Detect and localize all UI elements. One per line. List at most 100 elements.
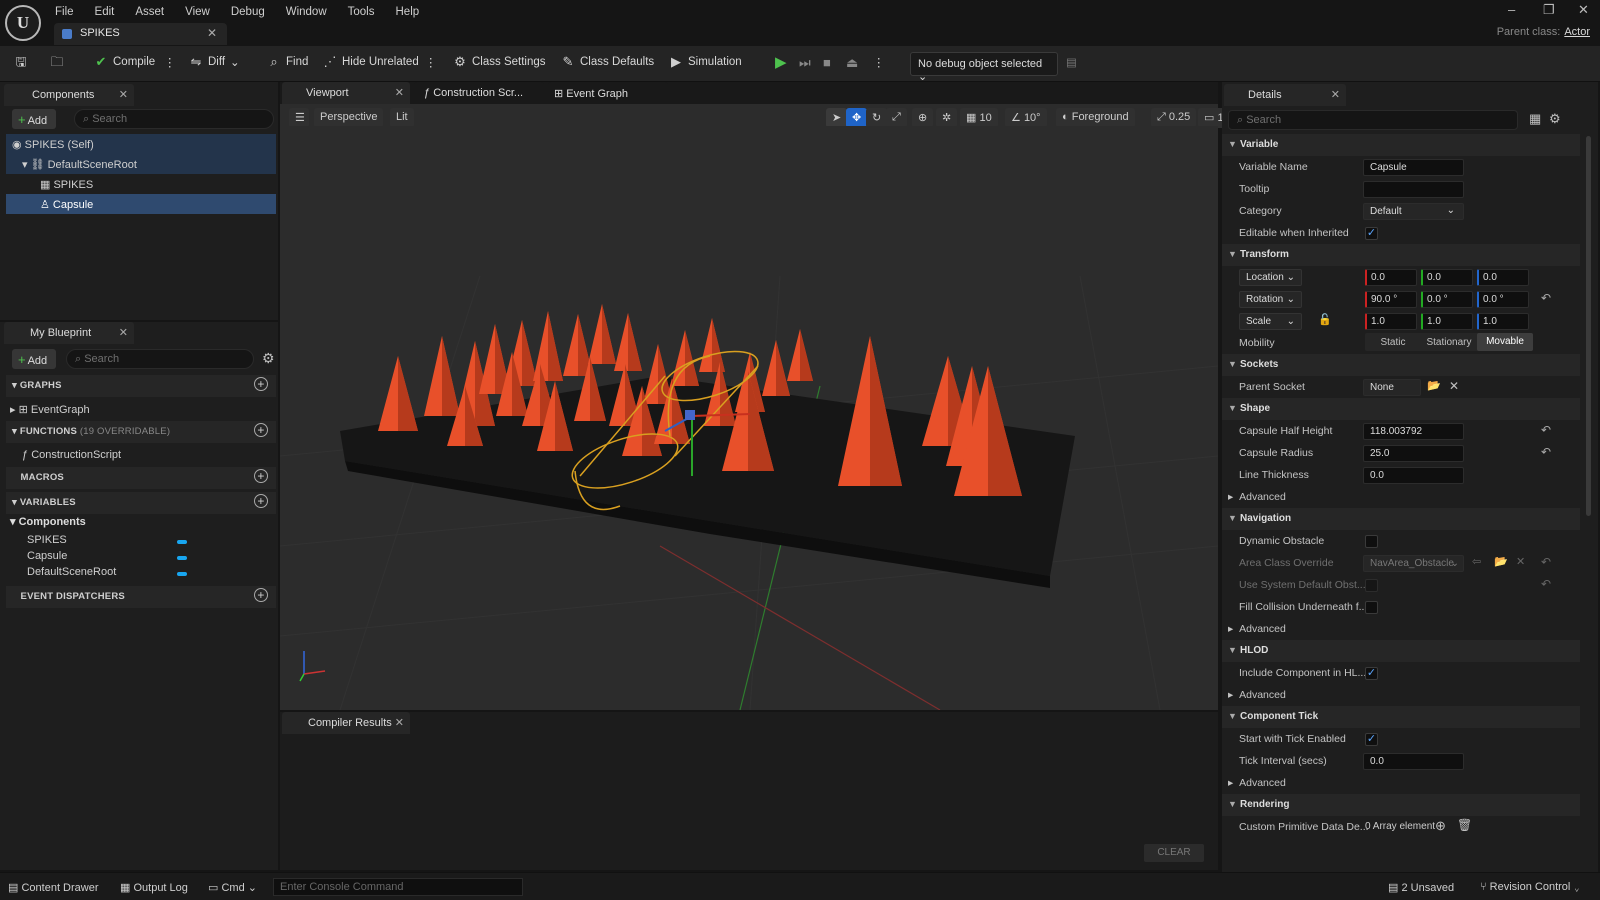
tooltip-input[interactable] <box>1363 181 1464 198</box>
scale-y[interactable]: 1.0 <box>1421 313 1473 330</box>
scale-x[interactable]: 1.0 <box>1365 313 1417 330</box>
close-icon[interactable]: ✕ <box>119 88 128 101</box>
table-view-icon[interactable]: ▦ <box>1529 111 1541 127</box>
shape-section[interactable]: ▼ Shape <box>1222 398 1580 420</box>
lit-button[interactable]: Lit <box>390 108 414 128</box>
close-icon[interactable]: ✕ <box>119 326 128 339</box>
menu-view[interactable]: View <box>185 6 210 18</box>
area-class-override-dropdown[interactable]: NavArea_Obstacle ⌄ <box>1363 555 1464 572</box>
menu-edit[interactable]: Edit <box>95 6 115 18</box>
my-blueprint-tab[interactable]: My Blueprint ✕ <box>4 322 134 344</box>
foreground-button[interactable]: ◐ Foreground <box>1056 108 1135 128</box>
dynamic-obstacle-checkbox[interactable] <box>1365 535 1378 548</box>
sockets-section[interactable]: ▼ Sockets <box>1222 354 1580 376</box>
add-dispatcher-icon[interactable]: + <box>254 588 268 602</box>
reset-half-height-icon[interactable]: ↶ <box>1541 423 1551 437</box>
menu-file[interactable]: File <box>55 6 74 18</box>
variables-section[interactable]: ▾ VARIABLES + <box>6 492 276 514</box>
scale-z[interactable]: 1.0 <box>1477 313 1529 330</box>
variable-name-input[interactable]: Capsule <box>1363 159 1464 176</box>
grid-snap-button[interactable]: ▦ 10 <box>960 108 998 128</box>
editable-inherited-checkbox[interactable]: ✓ <box>1365 227 1378 240</box>
variable-item-capsule[interactable]: Capsule <box>27 550 67 562</box>
eject-icon[interactable]: ⏏ <box>846 55 858 71</box>
navigation-section[interactable]: ▼ Navigation <box>1222 508 1580 530</box>
reset-area-class-icon[interactable]: ↶ <box>1541 555 1551 569</box>
viewport-3d[interactable] <box>280 126 1218 710</box>
scale-dropdown[interactable]: Scale ⌄ <box>1239 313 1302 330</box>
step-icon[interactable]: ⏭ <box>799 55 811 71</box>
reset-rotation-icon[interactable]: ↶ <box>1541 291 1551 305</box>
rotation-x[interactable]: 90.0 ° <box>1365 291 1417 308</box>
rotation-snap-button[interactable]: ∠ 10° <box>1005 108 1047 128</box>
find-button[interactable]: ⌕ Find <box>267 55 308 69</box>
macros-section[interactable]: MACROS + <box>6 467 276 489</box>
transform-section[interactable]: ▼ Transform <box>1222 244 1580 266</box>
use-selected-icon[interactable]: ⇦ <box>1472 555 1481 568</box>
menu-tools[interactable]: Tools <box>348 6 375 18</box>
class-settings-button[interactable]: ⚙ Class Settings <box>453 55 545 69</box>
add-element-icon[interactable]: ⊕ <box>1435 818 1446 834</box>
tab-viewport[interactable]: Viewport ✕ <box>282 82 410 104</box>
tree-item-spikes[interactable]: ▦ SPIKES <box>40 175 93 195</box>
menu-debug[interactable]: Debug <box>231 6 265 18</box>
function-item-constructionscript[interactable]: ƒ ConstructionScript <box>22 446 121 466</box>
hide-unrelated-button[interactable]: ⋰ Hide Unrelated <box>323 55 419 69</box>
tab-event-graph[interactable]: ⊞ Event Graph <box>548 82 668 104</box>
lock-icon[interactable]: 🔓 <box>1318 313 1332 326</box>
reset-system-default-icon[interactable]: ↶ <box>1541 577 1551 591</box>
add-component-button[interactable]: + Add <box>12 109 56 129</box>
details-search-input[interactable]: ⌕ Search <box>1228 110 1518 130</box>
components-search-input[interactable]: ⌕ Search <box>74 109 274 129</box>
tick-advanced-toggle[interactable]: ▸ Advanced <box>1228 777 1286 789</box>
add-function-icon[interactable]: + <box>254 423 268 437</box>
restore-icon[interactable]: ❐ <box>1543 2 1555 18</box>
location-y[interactable]: 0.0 <box>1421 269 1473 286</box>
rotation-z[interactable]: 0.0 ° <box>1477 291 1529 308</box>
variable-section[interactable]: ▼ Variable <box>1222 134 1580 156</box>
add-macro-icon[interactable]: + <box>254 469 268 483</box>
perspective-button[interactable]: Perspective <box>314 108 384 128</box>
window-close-icon[interactable]: ✕ <box>1578 2 1589 18</box>
debug-browse-icon[interactable]: ▤ <box>1066 55 1077 69</box>
scale-snap-button[interactable]: ⤢ 0.25 <box>1151 108 1197 128</box>
components-tab[interactable]: Components ✕ <box>4 84 134 106</box>
capsule-radius-input[interactable]: 25.0 <box>1363 445 1464 462</box>
tree-item-defaultsceneroot[interactable]: ▾ ⛓ DefaultSceneRoot <box>22 155 137 175</box>
cmd-dropdown[interactable]: ▭ Cmd ⌄ <box>208 881 257 894</box>
location-dropdown[interactable]: Location ⌄ <box>1239 269 1302 286</box>
more-options-icon[interactable]: ⋮ <box>425 55 437 69</box>
world-space-icon[interactable]: ⊕ <box>912 108 934 128</box>
graph-item-eventgraph[interactable]: ▸ ⊞ EventGraph <box>10 400 90 420</box>
tick-interval-input[interactable]: 0.0 <box>1363 753 1464 770</box>
content-drawer-button[interactable]: ▤ Content Drawer <box>8 881 99 894</box>
minimize-icon[interactable]: – <box>1508 2 1515 17</box>
rendering-section[interactable]: ▼ Rendering <box>1222 794 1580 816</box>
menu-window[interactable]: Window <box>286 6 327 18</box>
simulation-button[interactable]: ▶ Simulation <box>669 55 742 69</box>
play-icon[interactable]: ▶ <box>775 53 787 71</box>
add-variable-icon[interactable]: + <box>254 494 268 508</box>
close-icon[interactable]: ✕ <box>207 26 217 40</box>
mobility-stationary[interactable]: Stationary <box>1421 337 1477 348</box>
menu-help[interactable]: Help <box>396 6 420 18</box>
location-z[interactable]: 0.0 <box>1477 269 1529 286</box>
blueprint-search-input[interactable]: ⌕ Search <box>66 349 254 369</box>
start-tick-checkbox[interactable]: ✓ <box>1365 733 1378 746</box>
compile-button[interactable]: ✔ Compile <box>94 55 156 69</box>
variable-group-components[interactable]: ▾ Components <box>10 512 86 532</box>
component-tick-section[interactable]: ▼ Component Tick <box>1222 706 1580 728</box>
scale-tool-icon[interactable]: ⤢ <box>886 108 907 128</box>
clear-button[interactable]: CLEAR <box>1144 844 1204 862</box>
navigation-advanced-toggle[interactable]: ▸ Advanced <box>1228 623 1286 635</box>
use-system-default-checkbox[interactable] <box>1365 579 1378 592</box>
parent-class-link[interactable]: Actor <box>1564 26 1590 38</box>
compiler-results-tab[interactable]: Compiler Results ✕ <box>282 712 410 734</box>
output-log-button[interactable]: ▦ Output Log <box>120 881 188 894</box>
shape-advanced-toggle[interactable]: ▸ Advanced <box>1228 491 1286 503</box>
add-graph-icon[interactable]: + <box>254 377 268 391</box>
line-thickness-input[interactable]: 0.0 <box>1363 467 1464 484</box>
select-tool-icon[interactable]: ➤ <box>826 108 848 128</box>
diff-button[interactable]: ⇋ Diff ⌄ <box>189 55 240 70</box>
hlod-advanced-toggle[interactable]: ▸ Advanced <box>1228 689 1286 701</box>
